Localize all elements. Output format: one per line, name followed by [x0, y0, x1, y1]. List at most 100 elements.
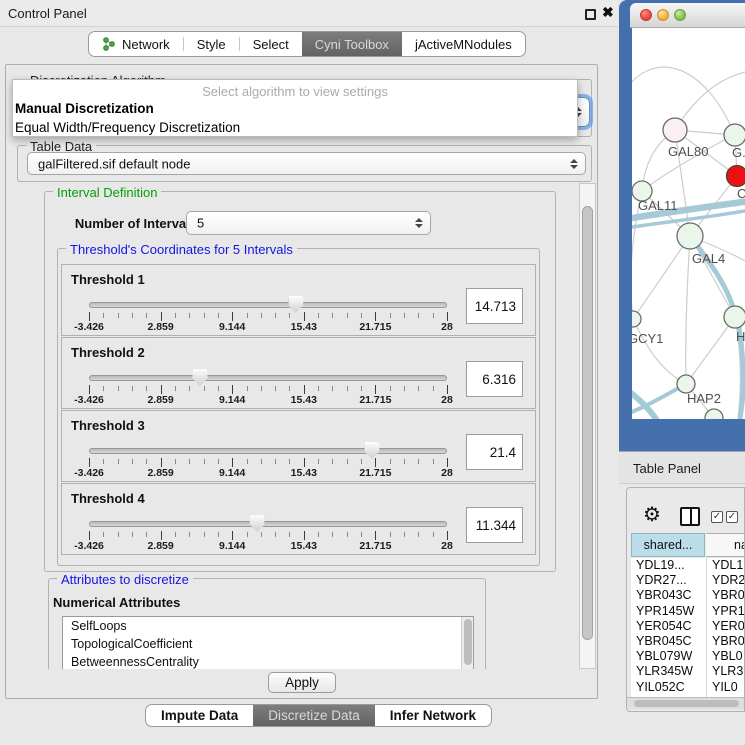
node-label-hap2: HAP2 [687, 391, 721, 406]
node-label-gal4: GAL4 [692, 251, 725, 266]
attribute-item[interactable]: BetweennessCentrality [63, 653, 473, 669]
threshold-4-slider[interactable]: -3.4262.8599.14415.4321.71528 [89, 484, 447, 556]
slider-handle[interactable] [288, 296, 303, 313]
tab-select[interactable]: Select [240, 32, 302, 56]
minimize-traffic-light-icon[interactable] [657, 9, 669, 21]
node-gal4[interactable] [677, 223, 703, 249]
threshold-3-slider[interactable]: -3.4262.8599.14415.4321.71528 [89, 411, 447, 483]
network-canvas[interactable]: GAL80 G. C GAL11 GAL4 GCY1 H HAP2 [632, 28, 745, 419]
threshold-4-value-field[interactable] [466, 507, 523, 543]
tab-jactivemnodules[interactable]: jActiveMNodules [402, 32, 525, 56]
slider-track[interactable] [89, 448, 447, 454]
attribute-item[interactable]: SelfLoops [63, 617, 473, 635]
node-label-gal80: GAL80 [668, 144, 708, 159]
slider-scale-labels: -3.4262.8599.14415.4321.71528 [89, 321, 447, 333]
algorithm-option-equal-width[interactable]: Equal Width/Frequency Discretization [13, 118, 577, 137]
tab-infer-network[interactable]: Infer Network [375, 705, 491, 726]
float-window-icon[interactable] [585, 9, 596, 20]
threshold-3-value-field[interactable] [466, 434, 523, 470]
threshold-1-panel: Threshold 1 -3.4262.8599.14415.4321.7152… [61, 264, 536, 336]
cell-name: YDR2 [712, 573, 745, 587]
tab-discretize-data[interactable]: Discretize Data [253, 705, 375, 726]
threshold-3-panel: Threshold 3 -3.4262.8599.14415.4321.7152… [61, 410, 536, 482]
tab-style-label: Style [197, 37, 226, 52]
table-row[interactable]: YLR345WYLR3 [631, 664, 745, 679]
table-row[interactable]: YBL079WYBL0 [631, 649, 745, 664]
cell-name: YBR0 [712, 634, 745, 648]
scrollbar-thumb[interactable] [582, 206, 593, 640]
network-window: GAL80 G. C GAL11 GAL4 GCY1 H HAP2 [619, 0, 745, 451]
algorithm-option-manual[interactable]: Manual Discretization [13, 99, 577, 118]
attributes-group-label: Attributes to discretize [57, 572, 193, 587]
tab-cyni-toolbox[interactable]: Cyni Toolbox [302, 32, 402, 56]
node-partial-right-low[interactable] [724, 306, 745, 328]
node-label-gal11: GAL11 [638, 198, 678, 213]
node-label-partial-c: C [737, 186, 745, 201]
column-header-shared[interactable]: shared... [631, 533, 705, 557]
panel-title: Control Panel [8, 6, 87, 21]
network-icon [102, 37, 116, 51]
scrollbar-thumb[interactable] [634, 700, 739, 707]
table-row[interactable]: YPR145WYPR1 [631, 604, 745, 619]
number-of-intervals-combobox[interactable]: 5 [186, 211, 431, 235]
network-graph: GAL80 G. C GAL11 GAL4 GCY1 H HAP2 [632, 28, 745, 419]
table-row[interactable]: YBR045CYBR0 [631, 634, 745, 649]
close-icon[interactable]: ✖ [602, 4, 614, 21]
table-rows: YDL19...YDL1YDR27...YDR2YBR043CYBR0YPR14… [631, 558, 745, 697]
threshold-2-value-field[interactable] [466, 361, 523, 397]
bottom-tabbar: Impute Data Discretize Data Infer Networ… [145, 704, 492, 727]
table-row[interactable]: YIL052CYIL0 [631, 680, 745, 695]
combo-arrows-icon [415, 218, 423, 228]
node-gcy1[interactable] [632, 311, 641, 327]
table-row[interactable]: YBR043CYBR0 [631, 588, 745, 603]
close-traffic-light-icon[interactable] [640, 9, 652, 21]
app-root: Control Panel ✖ Network Style Select Cyn… [0, 0, 745, 745]
zoom-traffic-light-icon[interactable] [674, 9, 686, 21]
node-label-gcy1: GCY1 [632, 331, 663, 346]
table-row[interactable]: YER054CYER0 [631, 619, 745, 634]
checkbox-icon[interactable]: ✓ [711, 511, 723, 523]
table-row[interactable]: YDR27...YDR2 [631, 573, 745, 588]
threshold-1-value-field[interactable] [466, 288, 523, 324]
table-data-value: galFiltered.sif default node [38, 156, 190, 171]
slider-track[interactable] [89, 302, 447, 308]
threshold-1-slider[interactable]: -3.4262.8599.14415.4321.71528 [89, 265, 447, 337]
slider-scale-labels: -3.4262.8599.14415.4321.71528 [89, 394, 447, 406]
tab-impute-data[interactable]: Impute Data [146, 705, 253, 726]
table-header: shared... na [631, 533, 745, 557]
columns-icon[interactable] [680, 507, 700, 526]
numerical-attributes-list[interactable]: SelfLoopsTopologicalCoefficientBetweenne… [62, 616, 474, 669]
gear-icon[interactable]: ⚙ [643, 505, 661, 525]
table-horizontal-scrollbar[interactable] [627, 697, 745, 709]
tab-jactivemnodules-label: jActiveMNodules [415, 37, 512, 52]
slider-track[interactable] [89, 375, 447, 381]
node-partial-right-top[interactable] [724, 124, 745, 146]
cell-name: YBR0 [712, 588, 745, 602]
slider-track[interactable] [89, 521, 447, 527]
cell-name: YDL1 [712, 558, 743, 572]
panel-vertical-scrollbar[interactable] [579, 183, 596, 669]
attributes-scrollbar[interactable] [461, 617, 473, 669]
tab-cyni-toolbox-label: Cyni Toolbox [315, 37, 389, 52]
threshold-4-panel: Threshold 4 -3.4262.8599.14415.4321.7152… [61, 483, 536, 555]
table-data-combobox[interactable]: galFiltered.sif default node [27, 152, 586, 175]
tab-network-label: Network [122, 37, 170, 52]
node-gal80[interactable] [663, 118, 687, 142]
node-red-selected[interactable] [727, 166, 745, 187]
checkbox-icon[interactable]: ✓ [726, 511, 738, 523]
scrollbar-thumb[interactable] [464, 619, 472, 665]
tab-network[interactable]: Network [89, 32, 183, 56]
slider-handle[interactable] [192, 369, 207, 386]
column-header-name[interactable]: na [706, 533, 745, 557]
table-row[interactable]: YDL19...YDL1 [631, 558, 745, 573]
slider-handle[interactable] [250, 515, 265, 532]
slider-handle[interactable] [364, 442, 379, 459]
threshold-2-slider[interactable]: -3.4262.8599.14415.4321.71528 [89, 338, 447, 410]
apply-button[interactable]: Apply [268, 672, 336, 693]
algorithm-dropdown-popup: Select algorithm to view settings Manual… [12, 79, 578, 137]
tab-style[interactable]: Style [184, 32, 239, 56]
attribute-item[interactable]: TopologicalCoefficient [63, 635, 473, 653]
cell-name: YER0 [712, 619, 745, 633]
node-label-partial-h: H [736, 329, 745, 344]
top-tabbar: Network Style Select Cyni Toolbox jActiv… [88, 31, 526, 57]
